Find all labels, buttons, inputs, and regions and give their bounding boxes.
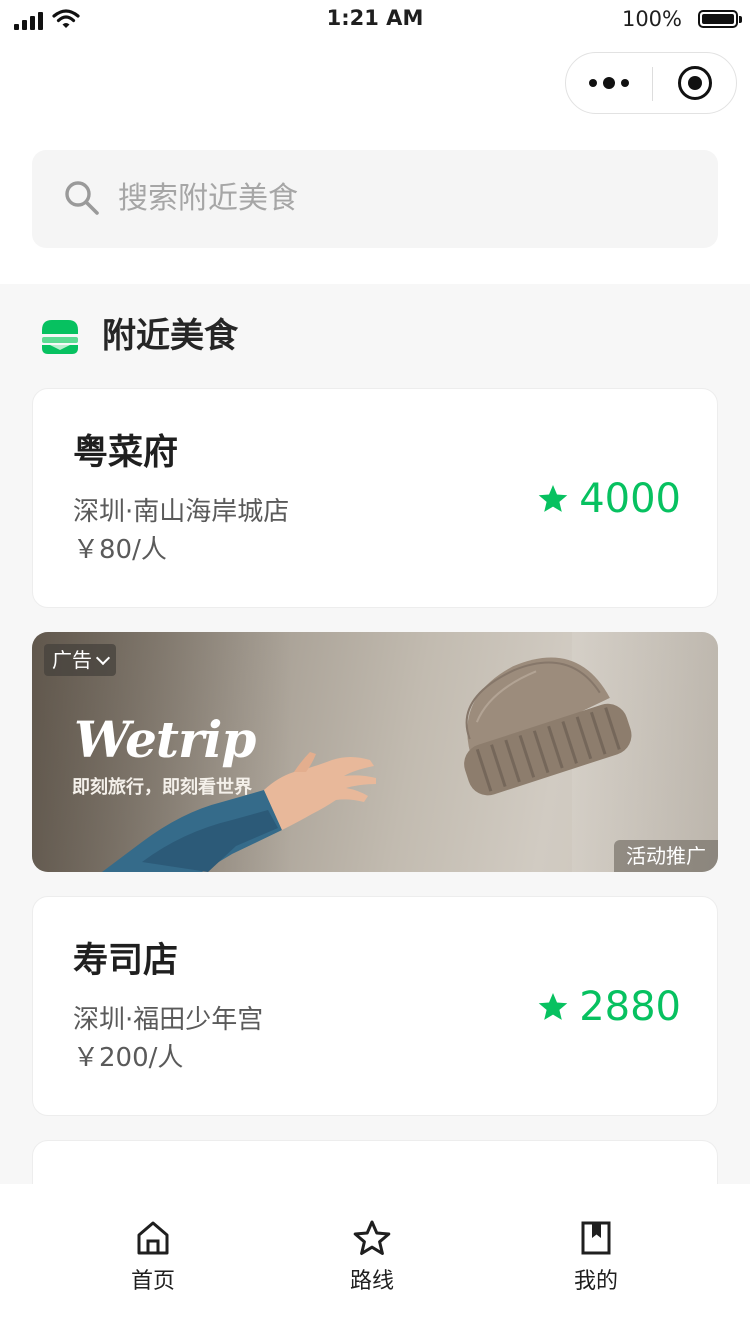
restaurant-card[interactable]: 粤菜府 深圳·南山海岸城店 ￥80/人 4000	[32, 388, 718, 608]
rating-score: 4000	[579, 476, 681, 522]
tab-home-label: 首页	[130, 1269, 175, 1294]
search-input[interactable]: 搜索附近美食	[32, 150, 718, 248]
star-filled-icon	[538, 485, 568, 512]
close-mini-program-button[interactable]	[678, 66, 712, 100]
restaurant-location: 深圳·福田少年宫	[73, 1005, 264, 1035]
star-icon	[353, 1220, 391, 1255]
restaurant-price: ￥200/人	[73, 1043, 184, 1073]
tab-route-label: 路线	[349, 1269, 394, 1294]
tab-mine[interactable]: 我的	[516, 1220, 676, 1296]
search-placeholder: 搜索附近美食	[118, 181, 298, 216]
restaurant-rating: 4000	[537, 475, 681, 523]
tab-home[interactable]: 首页	[73, 1220, 233, 1296]
restaurant-name: 粤菜府	[73, 433, 179, 473]
tab-bar: 首页 路线 我的	[0, 1184, 750, 1334]
mini-program-capsule	[565, 52, 737, 114]
restaurant-price: ￥80/人	[73, 535, 167, 565]
restaurant-card[interactable]: 寿司店 深圳·福田少年宫 ￥200/人 2880	[32, 896, 718, 1116]
more-menu-button[interactable]	[566, 53, 652, 113]
ad-brand-logo: Wetrip	[74, 710, 256, 769]
status-bar: 1:21 AM 100%	[0, 0, 750, 40]
search-icon	[65, 181, 99, 215]
ad-tag-label: 广告	[52, 648, 92, 672]
home-icon	[137, 1221, 169, 1255]
rating-score: 2880	[579, 984, 681, 1030]
bookmark-icon	[581, 1221, 611, 1255]
restaurant-name: 寿司店	[73, 941, 179, 981]
restaurant-rating: 2880	[537, 983, 681, 1031]
chevron-down-icon	[95, 650, 111, 665]
restaurant-location: 深圳·南山海岸城店	[73, 497, 290, 527]
ad-banner[interactable]: 广告 Wetrip 即刻旅行，即刻看世界 活动推广	[32, 632, 718, 872]
burger-icon	[42, 320, 78, 354]
ad-tag-dropdown[interactable]: 广告	[44, 644, 116, 676]
battery-percentage: 100%	[621, 7, 682, 31]
tab-route[interactable]: 路线	[292, 1220, 452, 1296]
star-filled-icon	[538, 993, 568, 1020]
tab-mine-label: 我的	[573, 1269, 618, 1294]
section-title: 附近美食	[102, 316, 238, 356]
ad-slogan: 即刻旅行，即刻看世界	[72, 777, 252, 798]
ad-promo-label: 活动推广	[614, 840, 718, 872]
capsule-divider	[652, 67, 653, 101]
battery-icon	[698, 10, 742, 28]
